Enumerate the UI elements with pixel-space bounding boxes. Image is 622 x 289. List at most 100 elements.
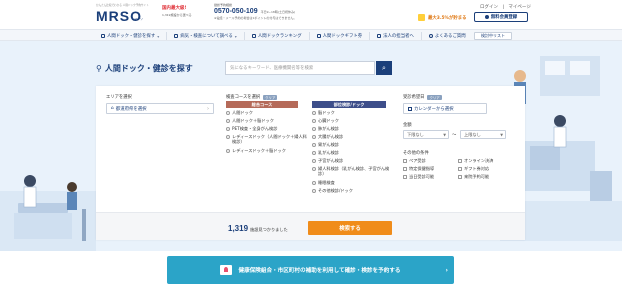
- course-option-specific-8[interactable]: 婦人科検診（乳がん検診、子宮がん検診）: [312, 166, 392, 176]
- search-panel: エリアを選択 ⌂ 都道府県を選択 › 検査コースを選択 クリア 総合コース 部位…: [96, 86, 525, 240]
- phone-label: 健診予約相談: [214, 3, 233, 7]
- promo-text: 最大3.5%が貯まる: [428, 15, 467, 21]
- login-link[interactable]: ログイン: [480, 5, 498, 10]
- nav-item-disease[interactable]: 病気・検査について調べる ▾: [167, 32, 245, 40]
- keyword-search-button[interactable]: ⌕: [376, 61, 392, 75]
- radio[interactable]: [312, 180, 316, 185]
- facility-count: 1,319施設から選べる: [162, 13, 192, 17]
- course-option-specific-5[interactable]: 胃がん検診: [312, 142, 392, 147]
- radio[interactable]: [312, 110, 316, 115]
- specific-course-header: 部位検診/ドック: [312, 101, 386, 108]
- checkbox[interactable]: [403, 166, 407, 171]
- course-clear-button[interactable]: クリア: [263, 94, 278, 100]
- prefecture-label: 都道府県を選択: [115, 106, 147, 112]
- budget-max-select[interactable]: 上限なし ▼: [460, 130, 506, 139]
- course-option-general-2[interactable]: 人間ドック＋脳ドック: [226, 118, 310, 123]
- budget-separator: 〜: [452, 133, 457, 138]
- course-option-specific-2[interactable]: 心臓ドック: [312, 118, 392, 123]
- nav-item-faq[interactable]: よくあるご質問: [422, 32, 473, 40]
- chevron-down-icon: ▾: [157, 33, 160, 39]
- keyword-search-input[interactable]: 気になるキーワード、医療機関名等を検索: [225, 61, 375, 75]
- course-option-general-4[interactable]: レディースドック（人間ドック＋婦人科検診）: [226, 134, 310, 144]
- nav-item-search[interactable]: 人間ドック・健診を探す ▾: [94, 32, 168, 40]
- facility-title: 国内最大級!: [162, 6, 187, 11]
- radio[interactable]: [312, 166, 316, 171]
- condition-health-guidance[interactable]: 特定保健指導: [403, 166, 434, 171]
- course-option-specific-3[interactable]: 肺がん検診: [312, 126, 392, 131]
- nav-label: よくあるご質問: [434, 34, 466, 39]
- radio[interactable]: [226, 126, 230, 131]
- radio[interactable]: [226, 134, 230, 139]
- radio[interactable]: [312, 142, 316, 147]
- caret-down-icon: ▼: [500, 132, 503, 137]
- result-count: 1,319 施設見つかりました: [228, 224, 288, 233]
- course-option-specific-7[interactable]: 子宮がん検診: [312, 158, 392, 163]
- points-promo[interactable]: 最大3.5%が貯まる: [418, 14, 467, 21]
- checkbox[interactable]: [403, 174, 407, 179]
- search-icon: [101, 34, 105, 38]
- course-option-specific-6[interactable]: 乳がん検診: [312, 150, 392, 155]
- calendar-select-button[interactable]: カレンダーから選択: [403, 103, 487, 114]
- radio[interactable]: [312, 158, 316, 163]
- course-option-specific-4[interactable]: 大腸がん検診: [312, 134, 392, 139]
- course-option-specific-10[interactable]: その他検診/ドック: [312, 188, 392, 193]
- radio[interactable]: [312, 118, 316, 123]
- nav-item-gift[interactable]: 人間ドックギフト券: [310, 32, 371, 40]
- area-label-text: エリアを選択: [106, 95, 132, 100]
- user-icon: [484, 15, 489, 19]
- link-separator: |: [502, 5, 504, 10]
- mypage-link[interactable]: マイページ: [508, 5, 530, 10]
- nav-label: 病気・検査について調べる: [180, 34, 233, 39]
- phone-number[interactable]: 0570-050-109: [214, 8, 258, 15]
- calendar-label: カレンダーから選択: [414, 106, 454, 112]
- chevron-right-icon: ›: [207, 105, 209, 112]
- gift-icon: [316, 34, 321, 38]
- calendar-icon: [408, 106, 412, 111]
- condition-visit-reservation[interactable]: 来院予約可能: [458, 174, 489, 179]
- course-option-general-3[interactable]: PET検査・全身がん検診: [226, 126, 310, 131]
- course-option-general-1[interactable]: 人間ドック: [226, 110, 310, 115]
- radio[interactable]: [312, 150, 316, 155]
- register-label: 無料会員登録: [490, 15, 518, 20]
- banner-text: 健康保険組合・市区町村の補助を利用して確診・検診を予約する: [238, 268, 401, 274]
- radio[interactable]: [312, 126, 316, 131]
- facility-highlight: 国内最大級! 1,319施設から選べる: [162, 5, 192, 17]
- result-count-number: 1,319: [228, 224, 249, 233]
- condition-online-payment[interactable]: オンライン決済: [458, 158, 493, 163]
- condition-same-day[interactable]: 当日受診可能: [403, 174, 434, 179]
- prefecture-select-button[interactable]: ⌂ 都道府県を選択 ›: [106, 103, 214, 114]
- results-bar: 1,319 施設見つかりました 検索する: [96, 212, 525, 240]
- checkbox[interactable]: [458, 158, 462, 163]
- site-logo[interactable]: MRSO: [96, 8, 142, 24]
- nav-item-corporate[interactable]: 法人の担当者へ: [370, 32, 422, 40]
- budget-min-select[interactable]: 下限なし ▼: [403, 130, 449, 139]
- condition-gift-card[interactable]: ギフト券対応: [458, 166, 489, 171]
- chevron-down-icon: ▾: [234, 33, 237, 39]
- budget-label: 金額: [403, 123, 412, 128]
- radio[interactable]: [312, 188, 316, 193]
- nav-item-ranking[interactable]: 人間ドックランキング: [245, 32, 310, 40]
- condition-pair[interactable]: ペア受診: [403, 158, 426, 163]
- nav-label: 人間ドックランキング: [257, 34, 302, 39]
- radio[interactable]: [312, 134, 316, 139]
- points-icon: [418, 14, 425, 21]
- insurance-subsidy-banner[interactable]: 健康保険組合・市区町村の補助を利用して確診・検診を予約する ›: [167, 256, 454, 284]
- course-option-general-5[interactable]: レディースドック＋脳ドック: [226, 148, 310, 153]
- date-clear-button[interactable]: クリア: [427, 94, 442, 100]
- logo-tagline: かんたん比較でわかる 人間ドック予約サイト: [96, 4, 149, 7]
- register-button[interactable]: 無料会員登録: [474, 12, 528, 22]
- search-heading: ⚲ 人間ドック・健診を探す: [96, 63, 193, 74]
- checkbox[interactable]: [458, 166, 462, 171]
- radio[interactable]: [226, 110, 230, 115]
- search-submit-button[interactable]: 検索する: [308, 221, 392, 235]
- course-option-specific-9[interactable]: 睡眠検査: [312, 180, 392, 185]
- course-option-specific-1[interactable]: 脳ドック: [312, 110, 392, 115]
- checkbox[interactable]: [458, 174, 462, 179]
- radio[interactable]: [226, 118, 230, 123]
- building-icon: [377, 34, 382, 38]
- checkbox[interactable]: [403, 158, 407, 163]
- wishlist-button[interactable]: 検討中リスト: [474, 32, 512, 40]
- radio[interactable]: [226, 148, 230, 153]
- area-label: エリアを選択: [106, 94, 132, 100]
- question-icon: [428, 34, 433, 38]
